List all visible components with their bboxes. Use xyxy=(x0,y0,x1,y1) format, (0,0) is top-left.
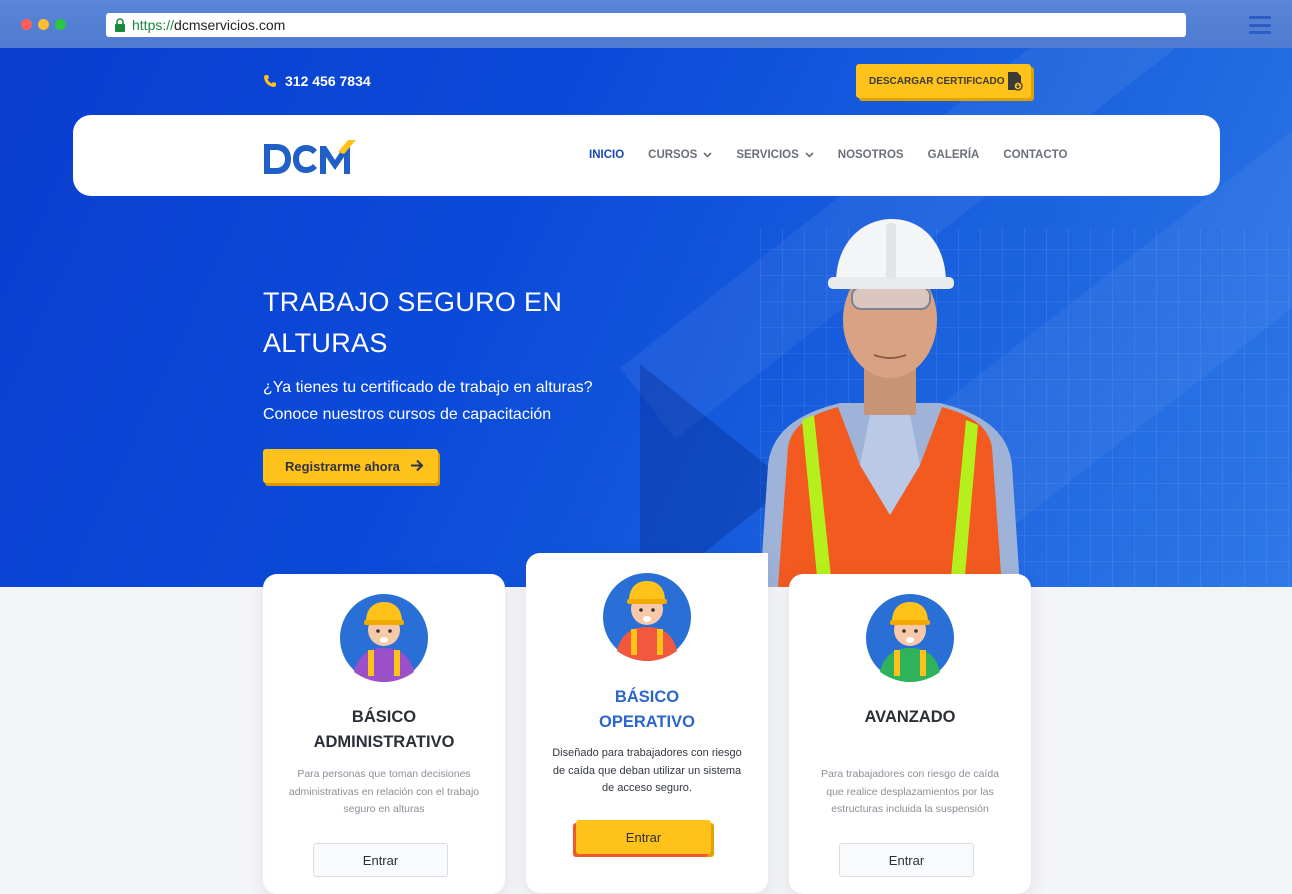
chevron-down-icon xyxy=(805,152,814,158)
download-certificate-label: DESCARGAR CERTIFICADO xyxy=(869,75,1005,87)
register-button[interactable]: Registrarme ahora xyxy=(263,449,438,483)
hero-title-line1: TRABAJO SEGURO EN xyxy=(263,287,563,317)
chevron-down-icon xyxy=(703,152,712,158)
nav-inicio-label: INICIO xyxy=(589,149,625,161)
card-title: AVANZADO xyxy=(789,705,1031,730)
worker-photo xyxy=(760,219,1020,587)
hero-subtitle-line1: ¿Ya tienes tu certificado de trabajo en … xyxy=(263,379,593,396)
hero-title: TRABAJO SEGURO EN ALTURAS xyxy=(263,282,623,364)
card-title: BÁSICO OPERATIVO xyxy=(526,685,768,735)
worker-avatar-icon xyxy=(340,594,428,682)
nav-galeria[interactable]: GALERÍA xyxy=(928,149,980,161)
course-card-basico-operativo: BÁSICO OPERATIVO Diseñado para trabajado… xyxy=(526,553,768,893)
hero-subtitle: ¿Ya tienes tu certificado de trabajo en … xyxy=(263,374,643,428)
card-title: BÁSICO ADMINISTRATIVO xyxy=(263,705,505,755)
course-card-basico-administrativo: BÁSICO ADMINISTRATIVO Para personas que … xyxy=(263,574,505,894)
url-scheme: https:// xyxy=(132,17,175,33)
logo-mark xyxy=(264,140,356,174)
nav-galeria-label: GALERÍA xyxy=(927,149,980,161)
nav-cursos[interactable]: CURSOS xyxy=(648,149,712,161)
card-title-line1: AVANZADO xyxy=(864,708,956,726)
worker-avatar-icon xyxy=(866,594,954,682)
document-download-icon xyxy=(1008,72,1023,91)
enter-button[interactable]: Entrar xyxy=(576,820,711,854)
phone-contact[interactable]: 312 456 7834 xyxy=(263,73,371,89)
register-button-label: Registrarme ahora xyxy=(285,458,400,474)
card-description: Para trabajadores con riesgo de caída qu… xyxy=(820,768,1000,815)
nav-nosotros-label: NOSOTROS xyxy=(837,149,904,161)
arrow-right-icon xyxy=(411,459,424,472)
close-window-icon[interactable] xyxy=(21,19,32,30)
card-description: Diseñado para trabajadores con riesgo de… xyxy=(552,747,742,794)
card-title-line2: OPERATIVO xyxy=(599,713,695,731)
hero-subtitle-line2: Conoce nuestros cursos de capacitación xyxy=(263,406,552,423)
browser-chrome: https:// dcmservicios.com xyxy=(0,0,1292,48)
nav-servicios-label: SERVICIOS xyxy=(736,149,799,161)
minimize-window-icon[interactable] xyxy=(38,19,49,30)
card-title-line2: ADMINISTRATIVO xyxy=(313,733,455,751)
nav-servicios[interactable]: SERVICIOS xyxy=(736,149,814,161)
download-certificate-button[interactable]: DESCARGAR CERTIFICADO xyxy=(856,64,1031,98)
hero-title-line2: ALTURAS xyxy=(263,328,388,358)
enter-button[interactable]: Entrar xyxy=(313,843,448,877)
menu-icon[interactable] xyxy=(1249,16,1271,34)
nav-cursos-label: CURSOS xyxy=(648,149,698,161)
worker-avatar-icon xyxy=(603,573,691,661)
enter-button[interactable]: Entrar xyxy=(839,843,974,877)
lock-icon xyxy=(115,18,125,32)
dcm-logo[interactable] xyxy=(262,138,358,174)
phone-number: 312 456 7834 xyxy=(285,73,371,89)
url-host: dcmservicios.com xyxy=(174,17,286,33)
card-title-line1: BÁSICO xyxy=(351,708,417,726)
nav-inicio[interactable]: INICIO xyxy=(589,149,624,161)
phone-icon xyxy=(264,75,276,87)
main-nav: INICIO CURSOS SERVICIOS NOSOTROS GALERÍA… xyxy=(589,149,1091,161)
nav-contacto[interactable]: CONTACTO xyxy=(1003,149,1067,161)
card-description: Para personas que toman decisiones admin… xyxy=(288,768,480,815)
address-bar[interactable]: https:// dcmservicios.com xyxy=(106,13,1186,37)
maximize-window-icon[interactable] xyxy=(55,19,66,30)
nav-nosotros[interactable]: NOSOTROS xyxy=(838,149,904,161)
card-title-line1: BÁSICO xyxy=(614,688,680,706)
course-card-avanzado: AVANZADO Para trabajadores con riesgo de… xyxy=(789,574,1031,894)
nav-contacto-label: CONTACTO xyxy=(1003,149,1068,161)
